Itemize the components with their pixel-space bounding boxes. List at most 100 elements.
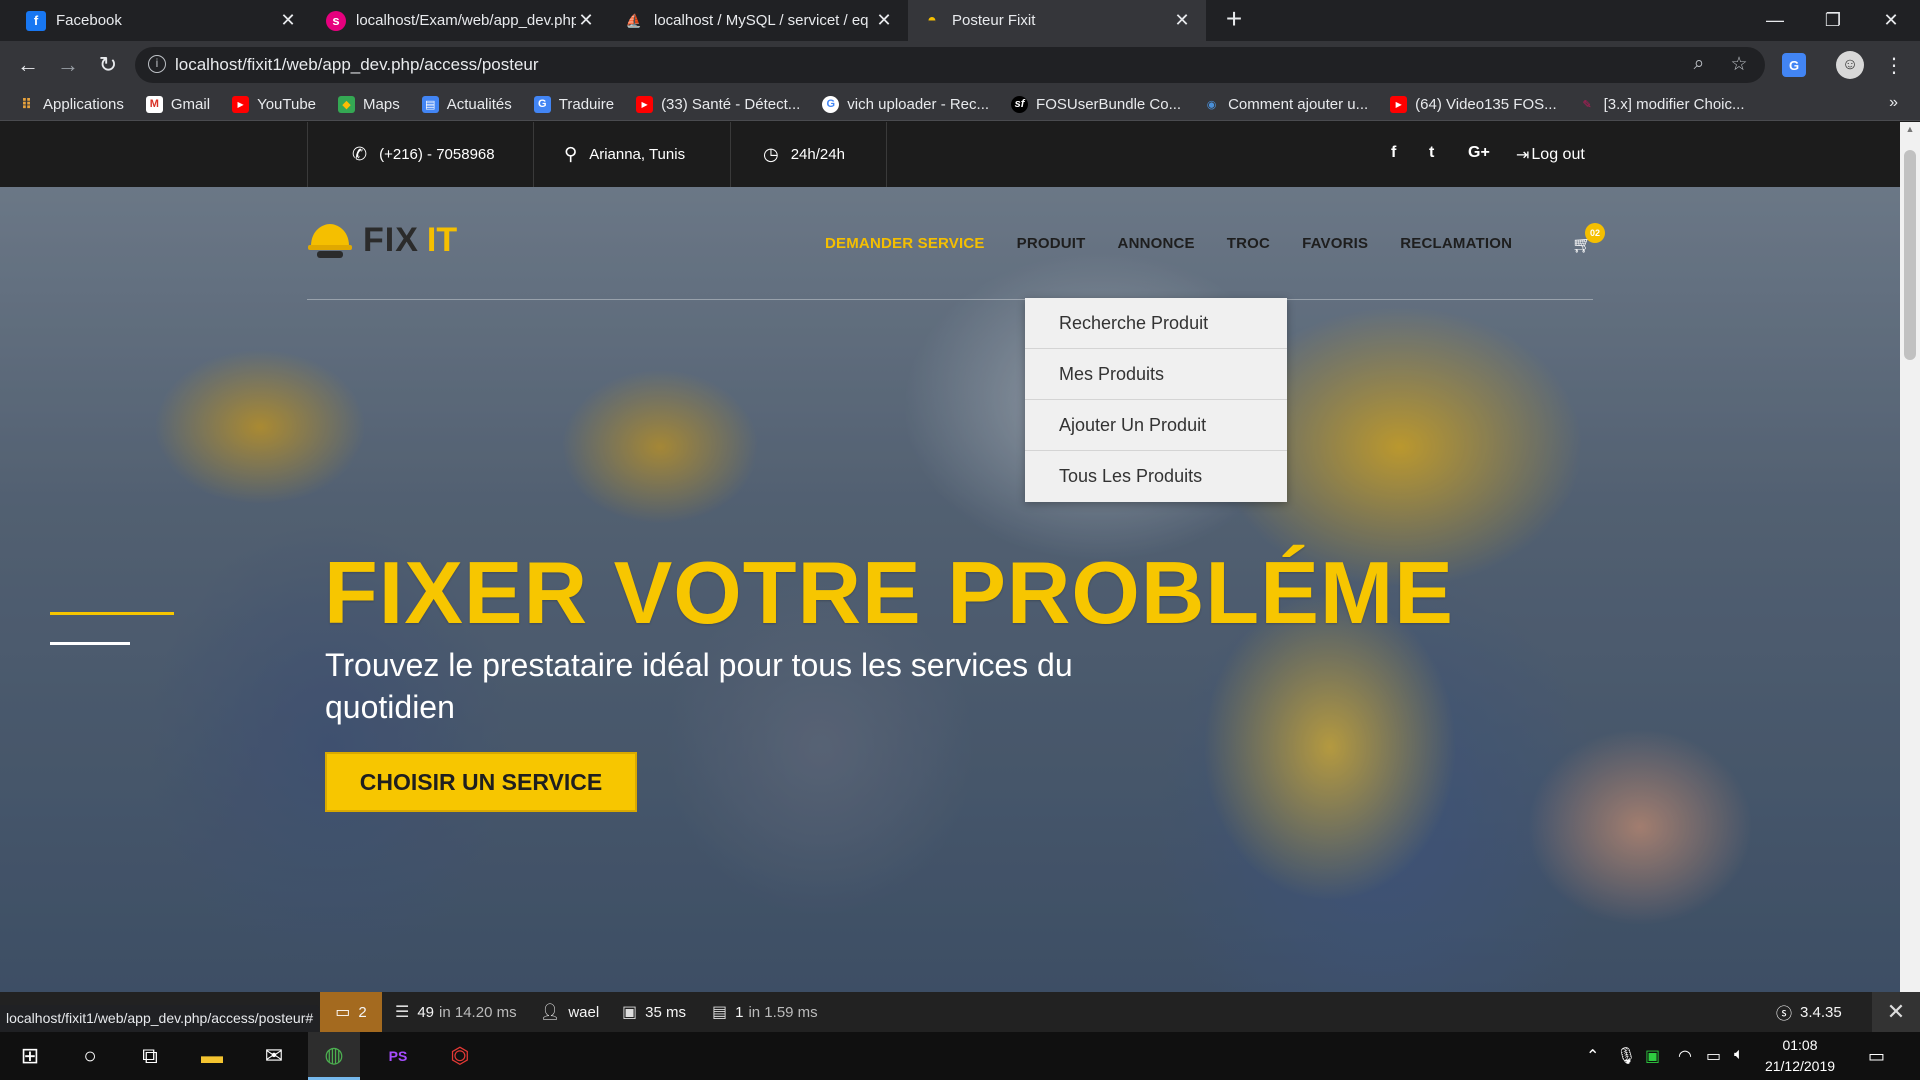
back-button[interactable]: ← (12, 49, 44, 81)
mail-icon[interactable]: ✉ (248, 1032, 300, 1080)
timer-icon: ▣ (622, 1004, 638, 1021)
sf-version[interactable]: ⓢ 3.4.35 (1776, 992, 1842, 1032)
menu-item-tous-produits[interactable]: Tous Les Produits (1025, 451, 1287, 502)
tab-facebook[interactable]: f Facebook ✕ (12, 0, 312, 41)
logout-link[interactable]: ⇥ Log out (1516, 122, 1585, 187)
tab-posteur-fixit[interactable]: ◓ Posteur Fixit ✕ (908, 0, 1206, 41)
sf-db[interactable]: ▤ 1 in 1.59 ms (712, 992, 818, 1032)
bookmark-modifier-choice[interactable]: ✎ [3.x] modifier Choic... (1579, 96, 1745, 113)
sf-doctrine[interactable]: ☰ 49 in 14.20 ms (395, 992, 517, 1032)
choisir-service-button[interactable]: CHOISIR UN SERVICE (325, 752, 637, 812)
nav-reclamation[interactable]: RECLAMATION (1400, 235, 1512, 252)
youtube-icon: ▶ (1390, 95, 1408, 113)
menu-item-ajouter-produit[interactable]: Ajouter Un Produit (1025, 400, 1287, 451)
chrome-icon[interactable]: ◍ (308, 1032, 360, 1080)
sf-time[interactable]: ▣ 35 ms (622, 992, 686, 1032)
bookmark-sante[interactable]: ▶ (33) Santé - Détect... (636, 95, 801, 113)
close-icon[interactable]: ✕ (1172, 10, 1192, 31)
site-logo[interactable]: FIX IT (307, 220, 457, 260)
symfony-logo-icon: ⓢ (1776, 1006, 1793, 1023)
more-bookmarks-icon[interactable]: » (1889, 94, 1898, 112)
battery-icon[interactable]: ▭ (1706, 1046, 1721, 1066)
youtube-icon: ▶ (636, 95, 654, 113)
bookmark-star-icon[interactable]: ☆ (1727, 53, 1751, 77)
taskbar-clock[interactable]: 01:08 21/12/2019 (1752, 1035, 1848, 1077)
wifi-icon[interactable]: ◠ (1678, 1046, 1692, 1066)
google-plus-icon[interactable]: G+ (1468, 144, 1490, 162)
windows-start-icon[interactable]: ⊞ (4, 1032, 56, 1080)
notifications-icon[interactable]: ▭ (1868, 1046, 1885, 1067)
zoom-icon[interactable]: ⌕ (1687, 53, 1711, 77)
address-bar[interactable]: i localhost/fixit1/web/app_dev.php/acces… (135, 47, 1765, 83)
bookmark-applications[interactable]: ⠿ Applications (18, 96, 124, 113)
close-icon[interactable]: ✕ (874, 10, 894, 31)
avatar[interactable]: ☺ (1836, 51, 1864, 79)
menu-item-mes-produits[interactable]: Mes Produits (1025, 349, 1287, 400)
nav-troc[interactable]: TROC (1227, 235, 1270, 252)
tab-app-dev[interactable]: s localhost/Exam/web/app_dev.php ✕ (312, 0, 610, 41)
app-tray-icon[interactable]: ▣ (1645, 1046, 1660, 1066)
gmail-icon: M (145, 95, 163, 113)
bookmark-comment-ajouter[interactable]: ◉ Comment ajouter u... (1203, 96, 1368, 113)
symfony-icon: s (326, 10, 346, 31)
forward-button[interactable]: → (52, 49, 84, 81)
nav-favoris[interactable]: FAVORIS (1302, 235, 1368, 252)
twitter-icon[interactable]: t (1429, 144, 1434, 162)
menu-icon[interactable]: ⋮ (1880, 51, 1908, 79)
bookmark-label: Maps (363, 95, 400, 113)
close-icon[interactable]: ✕ (278, 10, 298, 31)
tab-phpmyadmin[interactable]: ⛵ localhost / MySQL / servicet / eq ✕ (610, 0, 908, 41)
phpstorm-icon[interactable]: PS (372, 1032, 424, 1080)
nav-demander-service[interactable]: DEMANDER SERVICE (825, 235, 985, 252)
bookmark-gmail[interactable]: M Gmail (145, 95, 210, 113)
nav-annonce[interactable]: ANNONCE (1118, 235, 1195, 252)
acrobat-icon[interactable]: ⏣ (434, 1032, 486, 1080)
logo-text-it: IT (426, 220, 458, 259)
sf-events[interactable]: ▭ 2 (320, 992, 382, 1032)
scroll-thumb[interactable] (1904, 150, 1916, 360)
restore-button[interactable]: ❐ (1808, 0, 1858, 41)
minimize-button[interactable]: — (1750, 0, 1800, 41)
status-bar-url: localhost/fixit1/web/app_dev.php/access/… (0, 1005, 320, 1032)
bookmark-fosuserbundle[interactable]: sf FOSUserBundle Co... (1011, 95, 1181, 113)
menu-item-recherche-produit[interactable]: Recherche Produit (1025, 298, 1287, 349)
slider-indicator[interactable] (50, 642, 130, 645)
phone-icon: ✆ (352, 144, 368, 164)
bookmark-label: (33) Santé - Détect... (661, 95, 801, 113)
scroll-up-icon[interactable]: ▲ (1900, 124, 1920, 140)
volume-icon[interactable]: 🔈︎ (1734, 1046, 1744, 1064)
translate-extension-icon[interactable]: G (1782, 53, 1806, 77)
reload-button[interactable]: ↻ (92, 49, 124, 81)
facebook-icon[interactable]: f (1391, 144, 1396, 162)
user-name: wael (568, 1003, 600, 1021)
bookmark-vich-uploader[interactable]: Gvich uploader - Rec... (822, 95, 989, 113)
bookmark-video135[interactable]: ▶ (64) Video135 FOS... (1390, 95, 1557, 113)
chevron-up-icon[interactable]: ⌃ (1586, 1046, 1599, 1066)
sf-toolbar-close-icon[interactable]: ✕ (1872, 992, 1920, 1032)
clock-date: 21/12/2019 (1764, 1058, 1836, 1074)
close-icon[interactable]: ✕ (576, 10, 596, 31)
url-text: localhost/fixit1/web/app_dev.php/access/… (175, 55, 539, 74)
site-info-icon[interactable]: i (148, 55, 166, 73)
bookmark-youtube[interactable]: ▶ YouTube (232, 95, 317, 113)
request-time: 35 ms (645, 1003, 686, 1021)
youtube-icon: ▶ (232, 95, 250, 113)
slider-indicator-active[interactable] (50, 612, 174, 615)
search-icon[interactable]: ○ (64, 1032, 116, 1080)
layers-icon: ☰ (395, 1004, 410, 1021)
events-count: 2 (358, 1003, 367, 1021)
bookmark-label: YouTube (257, 95, 317, 113)
task-view-icon[interactable]: ⧉ (124, 1032, 176, 1080)
bookmark-actualites[interactable]: ▤ Actualités (421, 95, 512, 113)
nav-produit[interactable]: PRODUIT (1017, 235, 1086, 252)
file-explorer-icon[interactable]: ▬ (186, 1032, 238, 1080)
phone-text: (+216) - 7058968 (379, 146, 495, 163)
page-scrollbar[interactable]: ▲ ▼ (1900, 122, 1920, 1032)
bookmark-traduire[interactable]: G Traduire (533, 95, 614, 113)
sf-user[interactable]: 👤︎ wael (540, 992, 599, 1032)
symfony-icon: sf (1011, 95, 1029, 113)
window-close-button[interactable]: ✕ (1866, 0, 1916, 41)
new-tab-button[interactable]: + (1220, 5, 1248, 34)
bookmark-maps[interactable]: ◆ Maps (338, 95, 400, 113)
microphone-icon[interactable]: 🎙︎ (1616, 1046, 1636, 1066)
